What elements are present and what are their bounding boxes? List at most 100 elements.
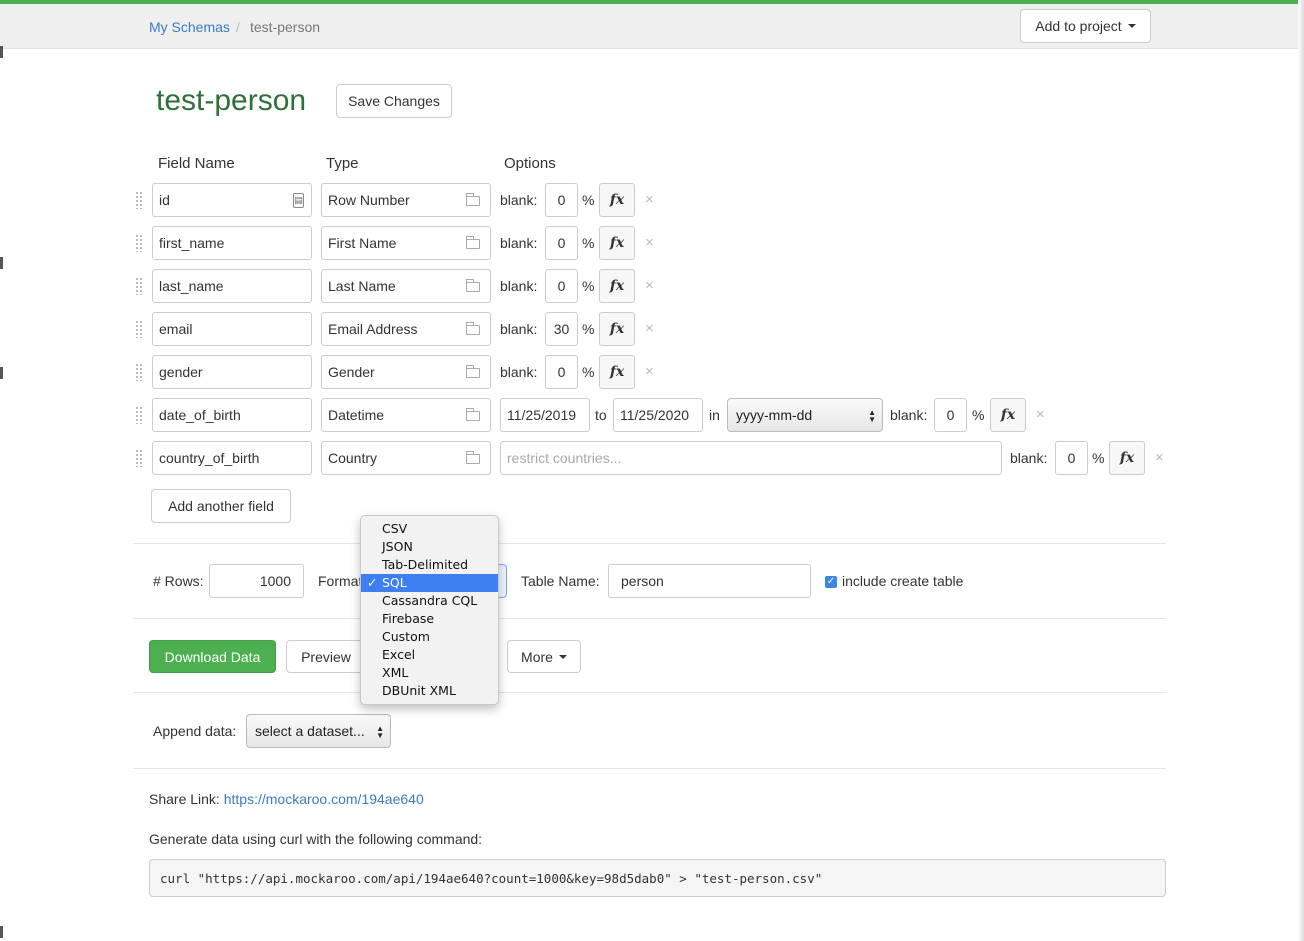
- field-row: gender Gender blank: 0 % fx ×: [0, 355, 1304, 389]
- blank-percent-input[interactable]: 0: [1055, 441, 1088, 475]
- id-card-icon: ▤: [293, 193, 304, 208]
- format-option-custom[interactable]: Custom: [361, 628, 498, 646]
- field-type-select[interactable]: Row Number: [321, 183, 491, 217]
- drag-handle-icon[interactable]: [135, 234, 143, 252]
- field-name-input[interactable]: first_name: [152, 226, 312, 260]
- more-button[interactable]: More: [507, 640, 581, 673]
- navbar: My Schemas / test-person Add to project: [0, 4, 1304, 49]
- field-type-select[interactable]: First Name: [321, 226, 491, 260]
- breadcrumb-separator: /: [236, 19, 240, 35]
- format-option-firebase[interactable]: Firebase: [361, 610, 498, 628]
- date-format-select[interactable]: yyyy-mm-dd ▲ ▼: [727, 398, 883, 432]
- format-option-excel[interactable]: Excel: [361, 646, 498, 664]
- divider: [133, 618, 1166, 619]
- format-label: Format:: [318, 573, 367, 589]
- blank-percent-input[interactable]: 0: [545, 269, 578, 303]
- blank-percent-input[interactable]: 0: [545, 226, 578, 260]
- remove-field-icon[interactable]: ×: [645, 320, 654, 337]
- blank-label: blank:: [890, 407, 928, 423]
- drag-handle-icon[interactable]: [135, 406, 143, 424]
- blank-percent-input[interactable]: 0: [934, 398, 967, 432]
- format-option-sql[interactable]: ✓ SQL: [361, 574, 498, 592]
- include-create-table-label: include create table: [842, 573, 964, 589]
- blank-percent-input[interactable]: 0: [545, 355, 578, 389]
- blank-label: blank:: [500, 321, 538, 337]
- folder-icon: [466, 322, 480, 335]
- updown-arrows-icon: ▲▼: [376, 724, 384, 740]
- column-header-options: Options: [504, 155, 556, 172]
- more-label: More: [521, 648, 553, 665]
- drag-handle-icon[interactable]: [135, 191, 143, 209]
- remove-field-icon[interactable]: ×: [645, 363, 654, 380]
- field-name-input[interactable]: id ▤: [152, 183, 312, 217]
- format-dropdown-menu: CSV JSON Tab-Delimited ✓ SQL Cassandra CQ…: [360, 515, 499, 705]
- curl-command[interactable]: curl "https://api.mockaroo.com/api/194ae…: [149, 859, 1166, 897]
- format-option-csv[interactable]: CSV: [361, 520, 498, 538]
- preview-button[interactable]: Preview: [286, 640, 366, 673]
- folder-icon: [466, 408, 480, 421]
- format-option-xml[interactable]: XML: [361, 664, 498, 682]
- blank-label: blank:: [500, 364, 538, 380]
- drag-handle-icon[interactable]: [135, 320, 143, 338]
- formula-button[interactable]: fx: [599, 355, 635, 389]
- caret-down-icon: [558, 654, 567, 659]
- save-changes-button[interactable]: Save Changes: [336, 84, 452, 118]
- field-name-input[interactable]: date_of_birth: [152, 398, 312, 432]
- remove-field-icon[interactable]: ×: [645, 277, 654, 294]
- field-row: last_name Last Name blank: 0 % fx ×: [0, 269, 1304, 303]
- blank-percent-input[interactable]: 30: [545, 312, 578, 346]
- field-name-input[interactable]: last_name: [152, 269, 312, 303]
- format-option-tab-delimited[interactable]: Tab-Delimited: [361, 556, 498, 574]
- date-to-input[interactable]: 11/25/2020: [613, 398, 703, 432]
- formula-button[interactable]: fx: [1109, 441, 1145, 475]
- checkmark-icon: ✓: [367, 575, 378, 590]
- share-link-label: Share Link:: [149, 791, 220, 807]
- table-name-input[interactable]: person: [608, 564, 811, 598]
- add-another-field-button[interactable]: Add another field: [151, 489, 291, 523]
- window-edge-mark: [0, 46, 3, 58]
- page-title: test-person: [156, 84, 307, 117]
- field-type-select[interactable]: Last Name: [321, 269, 491, 303]
- field-name-input[interactable]: email: [152, 312, 312, 346]
- field-type-select[interactable]: Country: [321, 441, 491, 475]
- formula-button[interactable]: fx: [599, 226, 635, 260]
- remove-field-icon[interactable]: ×: [1155, 449, 1164, 466]
- folder-icon: [466, 451, 480, 464]
- date-from-input[interactable]: 11/25/2019: [500, 398, 590, 432]
- remove-field-icon[interactable]: ×: [1036, 406, 1045, 423]
- format-option-json[interactable]: JSON: [361, 538, 498, 556]
- append-data-label: Append data:: [153, 723, 237, 739]
- download-data-button[interactable]: Download Data: [149, 640, 276, 673]
- remove-field-icon[interactable]: ×: [645, 234, 654, 251]
- drag-handle-icon[interactable]: [135, 449, 143, 467]
- field-row: date_of_birth Datetime 11/25/2019 to 11/…: [0, 398, 1304, 432]
- divider: [133, 768, 1166, 769]
- field-name-input[interactable]: gender: [152, 355, 312, 389]
- append-dataset-select[interactable]: select a dataset... ▲ ▼: [246, 714, 391, 748]
- remove-field-icon[interactable]: ×: [645, 191, 654, 208]
- percent-sign: %: [582, 364, 595, 380]
- add-to-project-button[interactable]: Add to project: [1020, 9, 1151, 43]
- format-option-dbunit-xml[interactable]: DBUnit XML: [361, 682, 498, 700]
- restrict-countries-input[interactable]: restrict countries...: [500, 441, 1002, 475]
- field-type-select[interactable]: Datetime: [321, 398, 491, 432]
- formula-button[interactable]: fx: [990, 398, 1026, 432]
- drag-handle-icon[interactable]: [135, 363, 143, 381]
- field-name-input[interactable]: country_of_birth: [152, 441, 312, 475]
- rows-input[interactable]: 1000: [209, 564, 304, 598]
- format-option-cassandra-cql[interactable]: Cassandra CQL: [361, 592, 498, 610]
- formula-button[interactable]: fx: [599, 312, 635, 346]
- table-name-label: Table Name:: [521, 573, 600, 589]
- blank-percent-input[interactable]: 0: [545, 183, 578, 217]
- share-link-url[interactable]: https://mockaroo.com/194ae640: [224, 791, 424, 807]
- breadcrumb-my-schemas[interactable]: My Schemas: [149, 19, 230, 35]
- include-create-table-checkbox[interactable]: ✓: [825, 576, 837, 588]
- field-type-select[interactable]: Gender: [321, 355, 491, 389]
- formula-button[interactable]: fx: [599, 269, 635, 303]
- field-type-select[interactable]: Email Address: [321, 312, 491, 346]
- drag-handle-icon[interactable]: [135, 277, 143, 295]
- add-to-project-label: Add to project: [1035, 18, 1122, 34]
- folder-icon: [466, 236, 480, 249]
- formula-button[interactable]: fx: [599, 183, 635, 217]
- caret-down-icon: [1127, 24, 1136, 28]
